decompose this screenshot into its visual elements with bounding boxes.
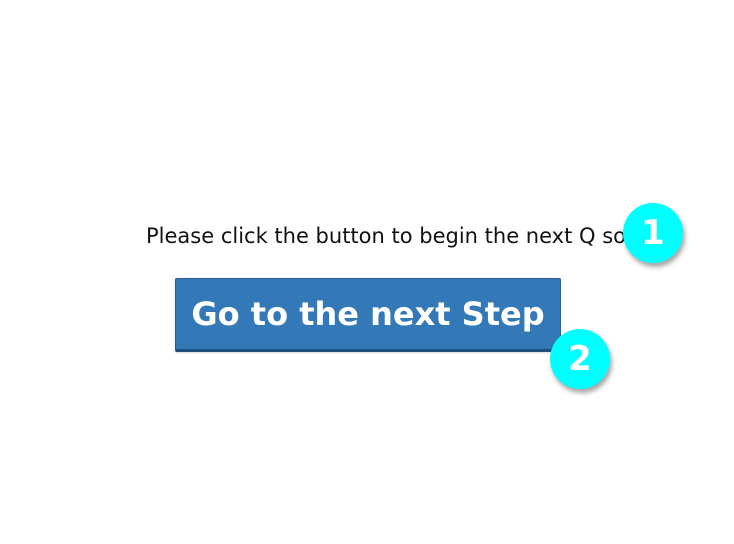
annotation-marker-2: 2 xyxy=(550,329,610,389)
page-canvas: Please click the button to begin the nex… xyxy=(0,0,734,544)
annotation-marker-1: 1 xyxy=(623,203,683,263)
next-step-button[interactable]: Go to the next Step xyxy=(175,278,561,352)
instruction-text: Please click the button to begin the nex… xyxy=(146,224,643,248)
